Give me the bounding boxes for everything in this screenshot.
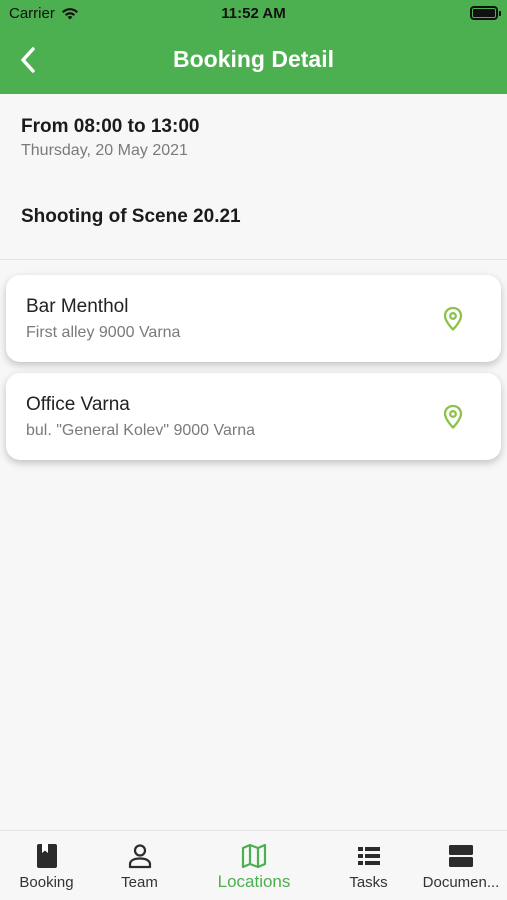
location-address: bul. "General Kolev" 9000 Varna <box>26 422 255 439</box>
tab-label: Booking <box>19 874 74 891</box>
booking-title: Shooting of Scene 20.21 <box>21 206 241 227</box>
location-card[interactable]: Office Varna bul. "General Kolev" 9000 V… <box>6 373 501 460</box>
battery-icon <box>470 6 501 20</box>
tab-documents[interactable]: Documen... <box>415 831 507 900</box>
tab-locations[interactable]: Locations <box>186 831 322 900</box>
status-bar: Carrier 11:52 AM <box>0 0 507 28</box>
tab-label: Tasks <box>349 874 388 891</box>
tab-label: Documen... <box>422 874 500 891</box>
tab-label: Team <box>121 874 158 891</box>
location-address: First alley 9000 Varna <box>26 324 181 341</box>
location-name: Office Varna <box>26 394 130 415</box>
book-icon <box>36 844 57 868</box>
location-name: Bar Menthol <box>26 296 129 317</box>
list-icon <box>357 847 380 865</box>
map-pin-icon[interactable] <box>442 404 464 430</box>
tab-booking[interactable]: Booking <box>0 831 93 900</box>
tab-label: Locations <box>217 872 291 891</box>
booking-summary: From 08:00 to 13:00 Thursday, 20 May 202… <box>0 94 507 260</box>
status-time: 11:52 AM <box>221 5 286 22</box>
map-icon <box>241 843 267 869</box>
tab-team[interactable]: Team <box>93 831 186 900</box>
bottom-tab-bar: Booking Team Locations Tasks Documen... <box>0 830 507 900</box>
person-icon <box>128 844 151 869</box>
map-pin-icon[interactable] <box>442 306 464 332</box>
location-card[interactable]: Bar Menthol First alley 9000 Varna <box>6 275 501 362</box>
page-title: Booking Detail <box>172 46 334 72</box>
documents-icon <box>449 845 473 867</box>
navigation-bar: Booking Detail <box>0 28 507 94</box>
booking-time-range: From 08:00 to 13:00 <box>21 116 200 137</box>
app-header: Carrier 11:52 AM Booking Detail <box>0 0 507 94</box>
booking-date: Thursday, 20 May 2021 <box>21 142 188 159</box>
tab-tasks[interactable]: Tasks <box>322 831 415 900</box>
